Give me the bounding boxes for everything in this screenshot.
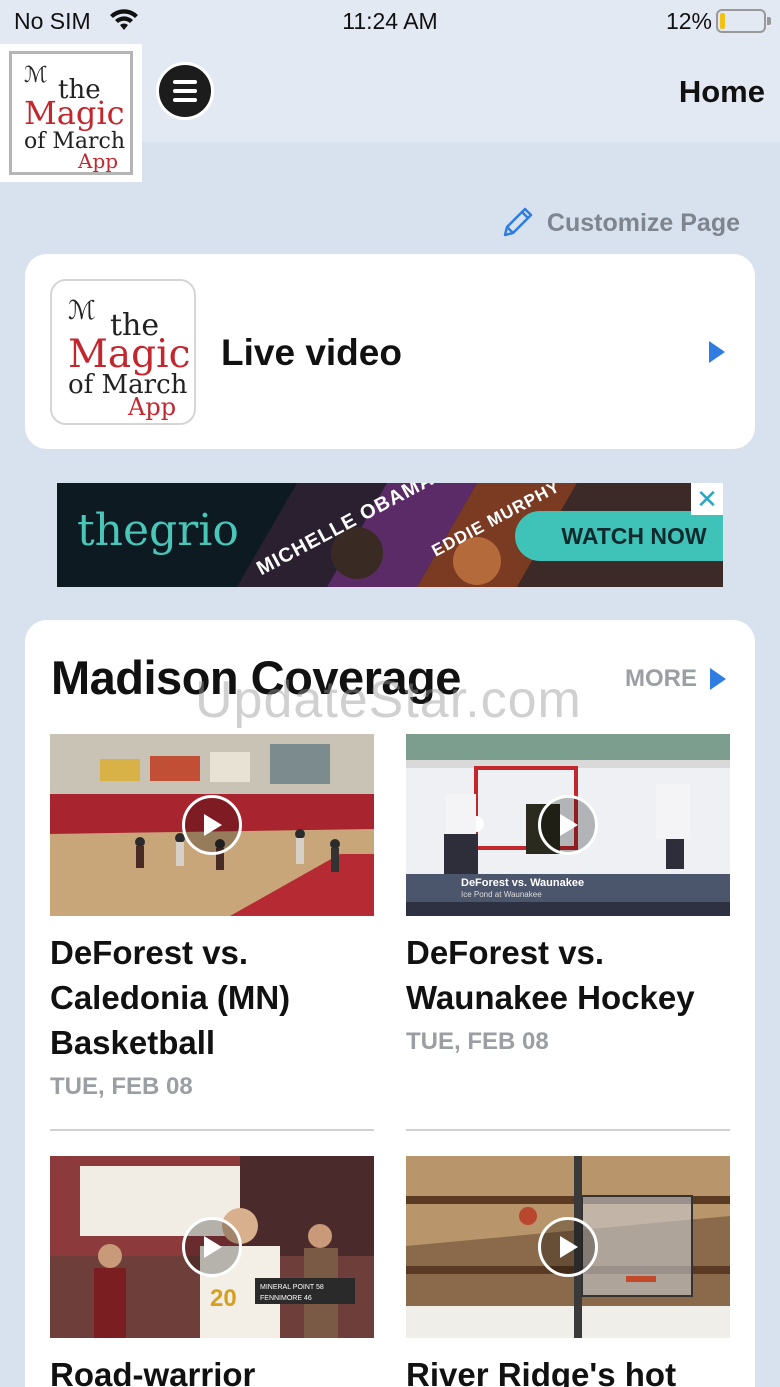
score-line-2: FENNIMORE 46	[260, 1295, 312, 1302]
hamburger-menu-button[interactable]	[156, 62, 214, 120]
section-title: Madison Coverage	[51, 651, 461, 704]
video-tile[interactable]: River Ridge's hot	[406, 1156, 730, 1387]
watch-now-button[interactable]: WATCH NOW	[515, 511, 723, 561]
video-title: DeForest vs. Waunakee Hockey	[406, 934, 695, 1016]
play-icon[interactable]	[538, 795, 598, 855]
customize-label: Customize Page	[546, 208, 740, 237]
play-arrow-icon	[709, 341, 725, 363]
app-logo[interactable]: ℳ the Magic of March App	[0, 44, 142, 182]
app-header: ℳ the Magic of March App Home	[0, 44, 780, 182]
live-video-card[interactable]: ℳ the Magic of March App Live video	[25, 254, 755, 449]
status-bar: No SIM 11:24 AM 12%	[0, 0, 780, 44]
video-title: DeForest vs. Caledonia (MN) Basketball	[50, 934, 291, 1061]
live-video-title: Live video	[221, 332, 402, 373]
video-date: TUE, FEB 08	[406, 1028, 549, 1055]
svg-text:ℳ: ℳ	[68, 296, 96, 326]
ad-banner[interactable]: thegrio MICHELLE OBAMA EDDIE MURPHY WATC…	[57, 483, 723, 587]
svg-text:App: App	[127, 393, 176, 421]
play-icon[interactable]	[182, 1217, 242, 1277]
madison-coverage-card: Madison Coverage MORE DeForest vs. Caled…	[25, 620, 755, 1387]
pencil-icon	[503, 207, 533, 237]
divider	[406, 1129, 730, 1131]
svg-text:ℳ: ℳ	[24, 63, 48, 88]
live-video-logo: ℳ the Magic of March App	[50, 279, 196, 425]
battery-percent: 12%	[665, 8, 712, 34]
video-title: Road-warrior Mineral	[50, 1356, 256, 1387]
page-title: Home	[678, 74, 765, 109]
video-date: TUE, FEB 08	[50, 1073, 193, 1100]
video-thumbnail	[50, 734, 374, 916]
svg-text:20: 20	[210, 1285, 237, 1312]
logo-line4: App	[77, 149, 118, 172]
video-tile[interactable]: DeForest vs. Caledonia (MN) Basketball T…	[50, 734, 374, 1101]
lower-third-subtitle: Ice Pond at Waunakee	[461, 890, 542, 899]
video-title: River Ridge's hot	[406, 1356, 677, 1387]
video-thumbnail	[406, 1156, 730, 1338]
divider	[50, 1129, 374, 1131]
close-icon[interactable]: ✕	[691, 483, 723, 515]
ad-brand: thegrio	[77, 505, 239, 556]
video-tile[interactable]: DeForest vs. Waunakee Ice Pond at Waunak…	[406, 734, 730, 1056]
customize-page-button[interactable]: Customize Page	[499, 205, 740, 241]
more-button[interactable]: MORE	[625, 665, 727, 693]
play-icon[interactable]	[538, 1217, 598, 1277]
video-thumbnail: 20 MINERAL POINT 58 FENNIMORE 46	[50, 1156, 374, 1338]
clock: 11:24 AM	[342, 8, 438, 34]
battery-icon	[716, 9, 771, 33]
lower-third-title: DeForest vs. Waunakee	[461, 877, 584, 889]
video-tile[interactable]: 20 MINERAL POINT 58 FENNIMORE 46 Road-wa…	[50, 1156, 374, 1387]
video-thumbnail: DeForest vs. Waunakee Ice Pond at Waunak…	[406, 734, 730, 916]
play-icon[interactable]	[182, 795, 242, 855]
score-line-1: MINERAL POINT 58	[260, 1284, 324, 1291]
logo-line2: Magic	[24, 94, 124, 132]
more-label: MORE	[625, 665, 697, 692]
play-arrow-icon	[710, 668, 726, 690]
